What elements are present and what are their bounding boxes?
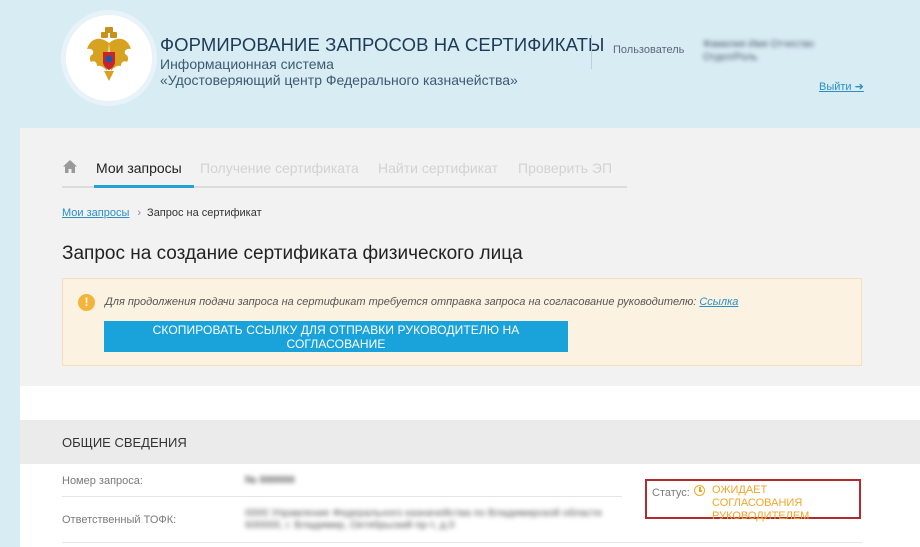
breadcrumb-link-my-requests[interactable]: Мои запросы <box>62 207 129 219</box>
header-title-block: ФОРМИРОВАНИЕ ЗАПРОСОВ НА СЕРТИФИКАТЫ Инф… <box>160 34 605 88</box>
tofk-label: Ответственный ТОФК: <box>62 514 177 526</box>
logout-link[interactable]: Выйти ➜ <box>819 80 864 93</box>
user-label: Пользователь <box>613 44 685 56</box>
coat-of-arms-icon <box>66 15 152 101</box>
spacer-band <box>20 386 920 420</box>
breadcrumb-current: Запрос на сертификат <box>147 207 262 219</box>
request-number-value: № 000000 <box>245 474 295 486</box>
tab-my-requests[interactable]: Мои запросы <box>96 159 182 177</box>
section-title: ОБЩИЕ СВЕДЕНИЯ <box>62 435 187 450</box>
status-highlight: Статус: ОЖИДАЕТ СОГЛАСОВАНИЯ РУКОВОДИТЕЛ… <box>645 479 861 522</box>
clock-icon <box>694 485 705 496</box>
tab-verify-signature[interactable]: Проверить ЭП <box>518 159 612 177</box>
breadcrumb-separator: › <box>137 207 142 219</box>
user-name-line-2: Отдел/Роль <box>703 52 758 63</box>
header-divider <box>591 35 592 69</box>
home-icon[interactable] <box>62 159 78 174</box>
main-card: Мои запросы Получение сертификата Найти … <box>20 128 920 547</box>
copy-link-button[interactable]: СКОПИРОВАТЬ ССЫЛКУ ДЛЯ ОТПРАВКИ РУКОВОДИ… <box>104 321 568 352</box>
row-divider <box>62 542 862 543</box>
section-header: ОБЩИЕ СВЕДЕНИЯ <box>20 420 920 464</box>
breadcrumb: Мои запросы › Запрос на сертификат <box>62 207 262 219</box>
status-value-line-2: РУКОВОДИТЕЛЕМ <box>712 510 810 522</box>
tofk-value-line-2: 600000, г. Владимир, Октябрьский пр-т, д… <box>245 519 455 531</box>
row-divider <box>62 496 622 497</box>
user-name-line-1: Фамилия Имя Отчество <box>703 39 814 50</box>
alert-message: Для продолжения подачи запроса на сертиф… <box>105 296 738 308</box>
status-label: Статус: <box>652 487 690 499</box>
alert-text: Для продолжения подачи запроса на сертиф… <box>105 296 697 308</box>
app-subtitle-1: Информационная система <box>160 56 334 72</box>
status-value: ОЖИДАЕТ СОГЛАСОВАНИЯ РУКОВОДИТЕЛЕМ <box>712 484 859 523</box>
page-title: Запрос на создание сертификата физическо… <box>62 243 523 264</box>
header: ФОРМИРОВАНИЕ ЗАПРОСОВ НА СЕРТИФИКАТЫ Инф… <box>0 0 920 128</box>
tab-find-certificate[interactable]: Найти сертификат <box>378 159 498 177</box>
approval-alert: ! Для продолжения подачи запроса на серт… <box>62 278 862 366</box>
app-subtitle-2: «Удостоверяющий центр Федерального казна… <box>160 72 518 88</box>
tab-get-certificate[interactable]: Получение сертификата <box>200 159 359 177</box>
user-name: Фамилия Имя Отчество Отдел/Роль <box>703 38 814 64</box>
request-number-label: Номер запроса: <box>62 475 143 487</box>
app-title: ФОРМИРОВАНИЕ ЗАПРОСОВ НА СЕРТИФИКАТЫ <box>160 34 605 55</box>
warning-icon: ! <box>78 294 95 311</box>
nav-active-indicator <box>94 185 194 188</box>
status-value-line-1: ОЖИДАЕТ СОГЛАСОВАНИЯ <box>712 484 803 509</box>
alert-link[interactable]: Ссылка <box>699 296 738 308</box>
